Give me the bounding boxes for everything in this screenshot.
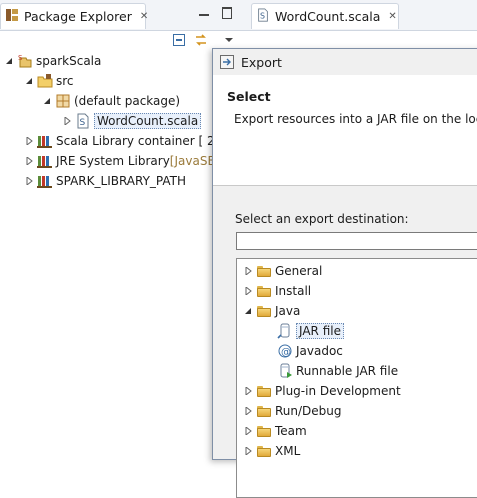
tree-item-label: src xyxy=(56,74,74,88)
tree-item-wordcount[interactable]: S WordCount.scala xyxy=(62,111,202,131)
source-folder-icon xyxy=(37,73,53,89)
expanded-arrow-icon[interactable] xyxy=(4,56,14,66)
tree-item-team[interactable]: Team xyxy=(243,421,307,441)
tree-item-xml[interactable]: XML xyxy=(243,441,300,461)
export-icon xyxy=(219,54,235,70)
tree-item-label: Java xyxy=(275,304,301,318)
dialog-heading: Select xyxy=(227,89,271,104)
collapsed-arrow-icon[interactable] xyxy=(24,156,34,166)
tree-item-label: SPARK_LIBRARY_PATH xyxy=(56,174,187,188)
svg-text:S: S xyxy=(18,54,23,62)
package-explorer-toolbar xyxy=(0,30,247,50)
tree-item-label: JRE System Library xyxy=(56,154,170,168)
dialog-header: Select Export resources into a JAR file … xyxy=(213,75,477,186)
tree-item-general[interactable]: General xyxy=(243,261,322,281)
close-icon[interactable]: ✕ xyxy=(388,11,396,22)
collapsed-arrow-icon[interactable] xyxy=(24,136,34,146)
editor-tabbar: S WordCount.scala ✕ xyxy=(247,0,477,31)
maximize-icon[interactable] xyxy=(222,7,232,19)
dialog-title: Export xyxy=(241,54,282,70)
tree-item-label: WordCount.scala xyxy=(94,113,202,129)
package-explorer-view: Package Explorer ✕ S sparkScala src (def… xyxy=(0,0,247,451)
tree-item-run-debug[interactable]: Run/Debug xyxy=(243,401,342,421)
library-icon xyxy=(37,173,53,189)
filter-input[interactable] xyxy=(236,232,477,250)
collapsed-arrow-icon[interactable] xyxy=(243,386,253,396)
minimize-icon[interactable] xyxy=(199,8,209,16)
expanded-arrow-icon[interactable] xyxy=(24,76,34,86)
tree-item-install[interactable]: Install xyxy=(243,281,311,301)
collapsed-arrow-icon[interactable] xyxy=(243,266,253,276)
collapsed-arrow-icon[interactable] xyxy=(243,426,253,436)
tree-item-label: (default package) xyxy=(74,94,181,108)
tree-item-plugin-development[interactable]: Plug-in Development xyxy=(243,381,401,401)
tree-item-label: sparkScala xyxy=(36,54,102,68)
javadoc-icon: @ xyxy=(277,343,293,359)
dialog-titlebar[interactable]: Export xyxy=(213,49,477,75)
folder-open-icon xyxy=(256,303,272,319)
tree-item-default-package[interactable]: (default package) xyxy=(42,91,180,111)
folder-icon xyxy=(256,263,272,279)
tree-item-label: JAR file xyxy=(296,323,344,339)
tree-item-label: Install xyxy=(275,284,312,298)
package-explorer-tabbar: Package Explorer ✕ xyxy=(0,0,247,31)
folder-icon xyxy=(256,423,272,439)
tab-package-explorer[interactable]: Package Explorer ✕ xyxy=(0,3,148,29)
tree-item-label: Plug-in Development xyxy=(275,384,401,398)
scala-file-icon: S xyxy=(256,8,270,25)
tree-item-label: Run/Debug xyxy=(275,404,342,418)
folder-icon xyxy=(256,283,272,299)
collapsed-arrow-icon[interactable] xyxy=(243,286,253,296)
expanded-arrow-icon[interactable] xyxy=(42,96,52,106)
dialog-description: Export resources into a JAR file on the … xyxy=(234,112,477,126)
tree-item-spark-library[interactable]: SPARK_LIBRARY_PATH xyxy=(24,171,186,191)
tab-wordcount-scala[interactable]: S WordCount.scala ✕ xyxy=(251,3,399,29)
tree-item-jar-file[interactable]: JAR file xyxy=(277,321,344,341)
scala-file-icon: S xyxy=(75,113,91,129)
folder-icon xyxy=(256,403,272,419)
tree-item-project[interactable]: S sparkScala xyxy=(4,51,101,71)
tree-item-label: Runnable JAR file xyxy=(296,364,399,378)
collapsed-arrow-icon[interactable] xyxy=(62,116,72,126)
tree-item-label: Team xyxy=(275,424,307,438)
jar-file-icon xyxy=(277,323,293,339)
svg-text:S: S xyxy=(80,118,86,128)
tree-item-label: XML xyxy=(275,444,301,458)
tree-item-label: Scala Library container [ 2. xyxy=(56,134,219,148)
tree-item-src[interactable]: src xyxy=(24,71,74,91)
link-with-editor-icon[interactable] xyxy=(194,33,208,47)
collapsed-arrow-icon[interactable] xyxy=(243,446,253,456)
destination-label: Select an export destination: xyxy=(235,212,409,226)
package-explorer-icon xyxy=(5,8,19,25)
tree-item-label: General xyxy=(275,264,323,278)
tree-item-jre-library[interactable]: JRE System Library [JavaSE xyxy=(24,151,215,171)
tab-package-explorer-label: Package Explorer xyxy=(24,9,132,24)
folder-icon xyxy=(256,443,272,459)
svg-text:@: @ xyxy=(281,347,291,358)
tree-item-java[interactable]: Java xyxy=(243,301,300,321)
view-menu-icon[interactable] xyxy=(222,33,236,47)
collapsed-arrow-icon[interactable] xyxy=(24,176,34,186)
expanded-arrow-icon[interactable] xyxy=(243,306,253,316)
tab-wordcount-label: WordCount.scala xyxy=(275,9,381,24)
tree-item-scala-library[interactable]: Scala Library container [ 2. xyxy=(24,131,218,151)
package-icon xyxy=(55,93,71,109)
export-destination-tree: General Install Java JAR file @ Javadoc … xyxy=(236,258,477,498)
tree-item-decoration: [JavaSE xyxy=(169,154,216,168)
close-icon[interactable]: ✕ xyxy=(140,11,148,22)
library-icon xyxy=(37,153,53,169)
svg-text:S: S xyxy=(260,12,265,21)
tree-item-runnable-jar[interactable]: Runnable JAR file xyxy=(277,361,398,381)
runnable-jar-icon xyxy=(277,363,293,379)
folder-icon xyxy=(256,383,272,399)
export-dialog: Export Select Export resources into a JA… xyxy=(212,48,477,498)
dialog-body: Select an export destination: General In… xyxy=(213,186,477,498)
collapsed-arrow-icon[interactable] xyxy=(243,406,253,416)
collapse-all-icon[interactable] xyxy=(172,33,186,47)
scala-project-icon: S xyxy=(17,53,33,69)
library-icon xyxy=(37,133,53,149)
tree-item-label: Javadoc xyxy=(296,344,343,358)
tree-item-javadoc[interactable]: @ Javadoc xyxy=(277,341,343,361)
